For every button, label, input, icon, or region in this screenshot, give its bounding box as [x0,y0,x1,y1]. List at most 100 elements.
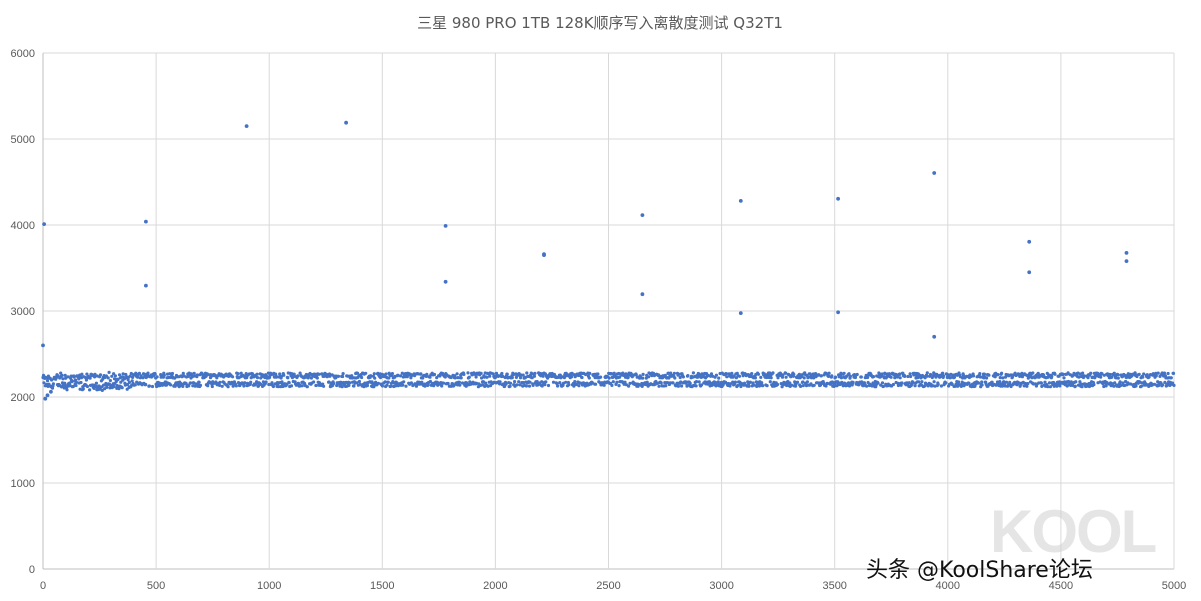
band-point [680,384,684,388]
band-point [978,372,982,376]
band-point [859,375,863,379]
band-point [903,374,907,378]
band-point [771,371,775,375]
band-point [694,384,698,388]
band-point [1001,376,1005,380]
band-point [360,375,364,380]
outlier-point [344,120,348,125]
band-point [226,385,230,389]
band-point [155,375,159,379]
band-point [1134,384,1138,388]
x-tick-label: 2000 [483,580,507,592]
band-point [113,374,117,378]
band-point [405,375,409,379]
band-point [998,376,1002,380]
band-point [386,380,390,384]
band-point [364,371,368,375]
band-point [533,371,537,375]
band-point [889,375,893,379]
band-point [596,372,600,376]
band-point [920,380,924,384]
band-point [737,374,742,378]
band-point [909,374,913,379]
band-point [577,384,581,388]
band-point [162,373,166,377]
band-point [515,383,519,387]
x-tick-label: 3000 [709,580,733,592]
band-point [925,371,929,375]
band-point [462,372,466,376]
band-point [1053,372,1057,376]
band-point [917,380,921,384]
band-point [314,383,318,388]
band-point [957,380,961,384]
band-point [121,372,125,376]
band-point [769,376,773,380]
y-tick-label: 3000 [11,306,35,318]
band-point [801,384,805,388]
band-point [1116,373,1120,377]
band-point [153,372,157,376]
band-point [192,371,196,375]
outlier-point [144,219,148,224]
band-point [900,381,904,385]
band-point [1080,385,1084,389]
outlier-point [443,279,448,284]
band-point [498,380,502,384]
band-point [676,384,681,388]
band-point [521,373,525,377]
band-point [628,381,632,385]
band-point [594,382,598,386]
band-point [842,371,846,375]
band-point [459,376,463,380]
band-point [404,384,408,388]
band-point [505,372,509,376]
band-point [1137,372,1141,376]
band-point [987,373,991,377]
band-point [617,384,621,388]
band-point [390,372,394,376]
band-point [688,381,692,385]
band-point [657,384,661,388]
band-point [570,375,574,379]
x-tick-label: 1500 [370,580,394,592]
band-point [369,374,373,378]
band-point [944,381,948,385]
band-point [1092,383,1096,387]
band-point [588,371,592,375]
band-point [332,381,336,386]
band-point [765,384,769,388]
band-point [425,372,429,376]
band-point [270,381,274,385]
y-tick-label: 4000 [11,220,35,232]
band-point [60,373,64,377]
band-point [942,374,946,378]
band-point [790,383,794,387]
watermark-caption: 头条 @KoolShare论坛 [866,558,1093,583]
outlier-point [542,252,546,257]
band-point [805,380,810,384]
band-point [271,384,275,389]
band-point [357,379,361,384]
band-point [802,376,806,380]
band-point [488,374,492,378]
band-point [455,372,459,376]
band-point [725,375,729,379]
band-point [525,371,529,375]
band-point [42,381,46,385]
band-point [998,380,1002,384]
band-point [827,371,831,375]
band-point [876,381,880,385]
band-point [641,372,645,376]
band-point [236,372,240,376]
band-point [440,384,444,388]
band-point [733,380,738,384]
band-point [380,384,384,388]
band-point [243,381,247,385]
band-point [287,381,291,385]
outlier-point [836,310,840,315]
band-point [1169,376,1173,380]
band-point [88,388,92,392]
band-point [508,381,513,385]
band-point [51,382,56,386]
